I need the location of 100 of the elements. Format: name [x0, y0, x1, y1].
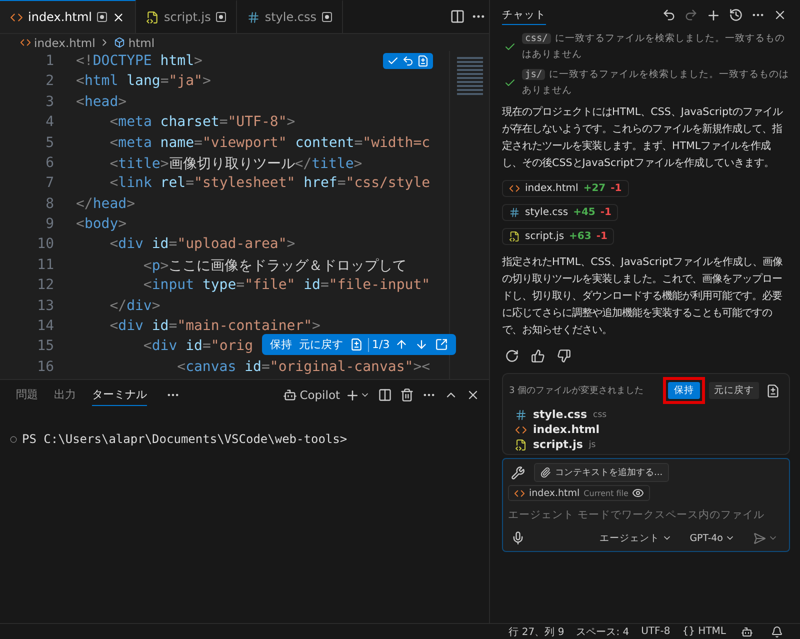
tool-result: js/ に一致するファイルを検索しました。一致するものはありません [522, 68, 790, 98]
robot-icon [741, 626, 753, 638]
line-number: 15 [36, 338, 55, 356]
code-line: <input type="file" id="file-input" [142, 277, 430, 296]
code-line: <link rel="stylesheet" href="css/style [108, 175, 430, 194]
add-context-button[interactable]: コンテキストを追加する... [534, 463, 669, 482]
line-number: 12 [36, 277, 55, 296]
file-diff-icon [417, 55, 429, 67]
line-number: 14 [36, 318, 55, 336]
code-line: <meta charset="UTF-8"> [108, 114, 296, 132]
code-line: <html lang="ja"> [76, 73, 211, 92]
chat-tab[interactable]: チャット [502, 6, 546, 24]
terminal-selector[interactable]: Copilot [282, 388, 340, 402]
code-line: </div> [108, 298, 160, 316]
code-line: <div id="orig [142, 338, 254, 356]
history-icon [729, 8, 743, 22]
file-diff-icon [350, 338, 363, 351]
status-circle-icon [10, 436, 17, 442]
tab-label: style.css [264, 10, 317, 24]
line-number: 9 [44, 216, 55, 234]
changed-file[interactable]: script.js [533, 438, 583, 451]
tab-label: index.html [28, 10, 92, 24]
check-icon [504, 77, 516, 89]
arrow-up-icon [394, 338, 408, 351]
thumbs-up-icon [531, 349, 545, 363]
breadcrumb-item[interactable]: index.html [20, 36, 96, 50]
line-number: 13 [36, 298, 55, 316]
code-line: <canvas id="original-canvas">< [176, 358, 430, 377]
close-icon [466, 388, 480, 402]
file-folder: css [593, 410, 607, 420]
changed-file[interactable]: index.html [533, 423, 600, 436]
cube-icon [114, 37, 126, 48]
undo-icon [662, 8, 676, 22]
changes-title: 3 個のファイルが変更されました [509, 384, 644, 397]
line-number: 1 [44, 53, 55, 71]
file-folder: js [588, 440, 596, 450]
undo-button[interactable]: 元に戻す [297, 337, 345, 352]
line-number: 16 [36, 358, 55, 377]
code-line: <head> [76, 94, 127, 112]
trash-icon [400, 388, 414, 402]
status-item[interactable]: 行 27、列 9 [508, 624, 564, 638]
chat-message: 指定されたHTML、CSS、JavaScriptファイルを作成し、画像の切り取りツールを実装しました。これで、画像をアップロードし、切り取り、ダウンロードする機能が利用可能です。必要に応じてさらに調整や追加機能を実装することも可能ですので、お知らせください。 [502, 255, 784, 338]
line-number: 4 [44, 114, 55, 132]
line-number: 8 [44, 196, 55, 214]
retry-icon [505, 349, 519, 363]
status-item[interactable]: スペース: 4 [576, 624, 630, 638]
file-edit-chip[interactable]: index.html +27 -1 [502, 180, 629, 197]
close-icon [773, 8, 787, 22]
code-brackets-icon [10, 10, 23, 24]
split-icon [450, 9, 465, 24]
file-code-icon [509, 231, 520, 242]
paperclip-icon [540, 467, 551, 478]
chat-message: 現在のプロジェクトにはHTML、CSS、JavaScriptのファイルが存在しないようです。これらのファイルを新規作成して、指定されたツールを実装します。まず、HTMLファイルを作成し、その後CSSとJavaScriptファイルを作成していきます。 [502, 105, 784, 171]
hash-icon [509, 207, 520, 218]
code-brackets-icon [20, 37, 31, 48]
code-line: <!DOCTYPE html> [76, 53, 202, 71]
status-item[interactable]: {} HTML [682, 626, 726, 637]
file-edit-chip[interactable]: style.css +45 -1 [502, 204, 618, 221]
tab-label: script.js [164, 10, 211, 24]
line-number: 3 [44, 94, 55, 112]
line-number: 7 [44, 175, 55, 194]
hash-icon [246, 10, 260, 24]
chat-input-field[interactable]: エージェント モードでワークスペース内のファイル [508, 504, 784, 526]
breadcrumb-item[interactable]: html [114, 36, 155, 50]
panel-tab[interactable]: ターミナル [92, 384, 147, 406]
model-dropdown[interactable]: GPT-4o [684, 532, 741, 544]
microphone-icon [511, 531, 525, 545]
context-file-chip[interactable]: index.html Current file [508, 485, 650, 501]
robot-icon [282, 388, 297, 402]
arrow-down-icon [414, 338, 428, 351]
editor-tab[interactable]: index.html [0, 0, 136, 33]
file-code-icon [515, 438, 527, 450]
changed-file[interactable]: style.css [533, 408, 588, 421]
status-item[interactable]: UTF-8 [641, 626, 670, 637]
code-line: <title>画像切り取りツール</title> [108, 154, 362, 174]
check-icon [387, 55, 399, 67]
code-line: <p>ここに画像をドラッグ＆ドロップして [142, 256, 407, 276]
hash-icon [515, 408, 527, 420]
mode-dropdown[interactable]: エージェント [594, 530, 678, 546]
file-code-icon [146, 10, 159, 24]
eye-icon [632, 487, 644, 499]
panel-tab[interactable]: 出力 [54, 384, 76, 406]
keep-button[interactable]: 保持 [268, 337, 294, 352]
undo-button[interactable]: 元に戻す [709, 382, 759, 399]
line-number: 10 [36, 236, 55, 254]
undo-icon [402, 55, 414, 67]
redo-icon [684, 8, 698, 22]
line-number: 5 [44, 134, 55, 152]
code-line: <meta name="viewport" content="width=c [108, 134, 430, 152]
code-line: </head> [76, 196, 136, 214]
panel-tab[interactable]: 問題 [16, 384, 38, 406]
keep-button[interactable]: 保持 [668, 382, 700, 399]
check-icon [504, 41, 516, 53]
file-edit-chip[interactable]: script.js +63 -1 [502, 228, 614, 245]
code-line: <div id="upload-area"> [108, 236, 296, 254]
plus-icon [345, 388, 360, 402]
wrench-icon [511, 466, 525, 480]
plus-icon [706, 8, 721, 22]
code-brackets-icon [514, 488, 525, 498]
line-number: 2 [44, 73, 55, 92]
